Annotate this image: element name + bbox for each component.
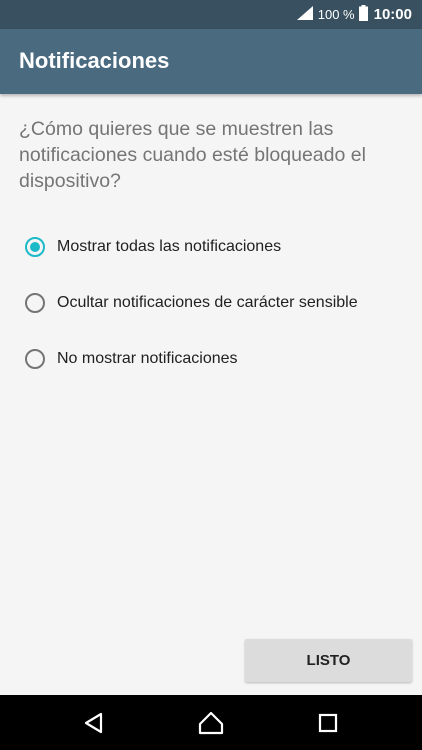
clock: 10:00 (373, 6, 412, 23)
option-hide-all[interactable]: No mostrar notificaciones (25, 344, 415, 374)
prompt-text: ¿Cómo quieres que se muestren las notifi… (19, 118, 366, 192)
status-indicators: 100 % 10:00 (296, 0, 412, 29)
battery-icon (358, 5, 368, 24)
battery-text: 100 % (317, 7, 355, 22)
radio-checked-icon[interactable] (25, 237, 45, 257)
back-icon[interactable] (80, 709, 108, 737)
navigation-bar (0, 695, 422, 750)
option-label: No mostrar notificaciones (57, 350, 238, 367)
option-label: Mostrar todas las notificaciones (57, 238, 282, 255)
page-title: Notificaciones (19, 48, 170, 73)
home-icon[interactable] (197, 709, 225, 737)
recents-icon[interactable] (314, 709, 342, 737)
option-show-all[interactable]: Mostrar todas las notificaciones (25, 232, 415, 262)
option-label: Ocultar notificaciones de carácter sensi… (57, 294, 358, 311)
app-bar: Notificaciones (0, 29, 422, 94)
option-hide-sensitive[interactable]: Ocultar notificaciones de carácter sensi… (25, 288, 415, 318)
radio-unchecked-icon[interactable] (25, 293, 45, 313)
signal-icon (296, 6, 314, 23)
radio-unchecked-icon[interactable] (25, 349, 45, 369)
done-button[interactable]: LISTO (245, 639, 412, 682)
status-bar: 100 % 10:00 (0, 0, 422, 29)
